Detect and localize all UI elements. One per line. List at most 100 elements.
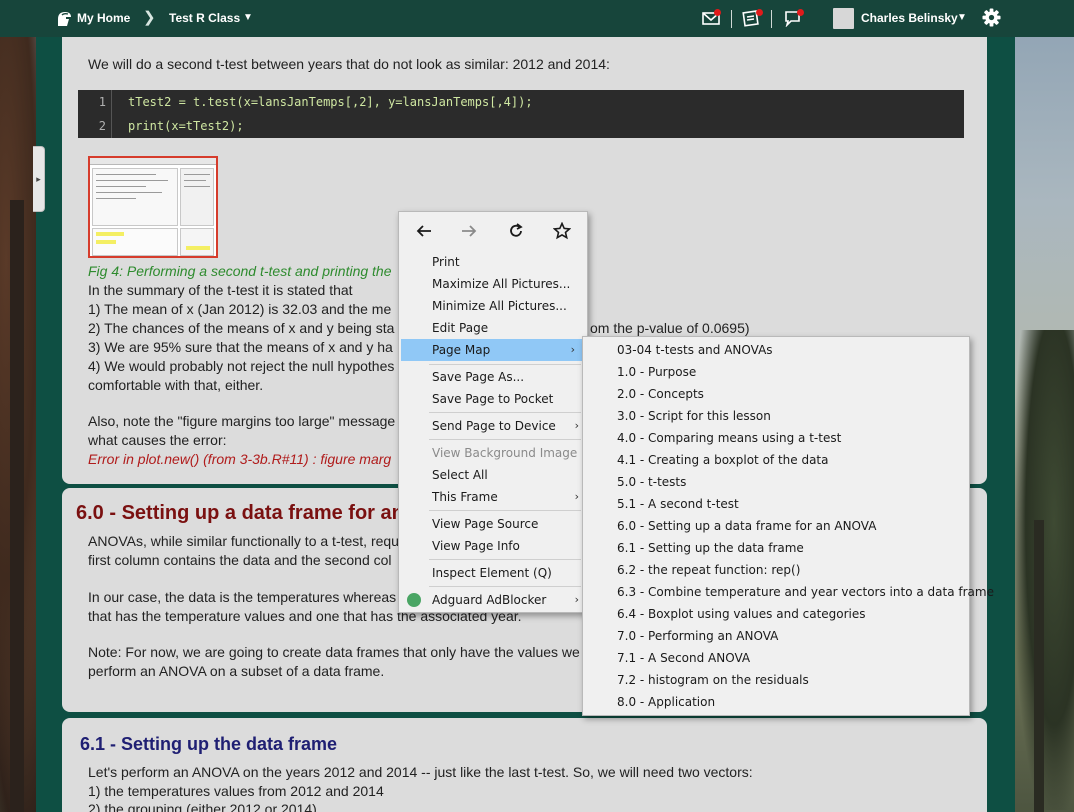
menu-item-minimize-pictures[interactable]: Minimize All Pictures... [399,295,587,317]
page-map-item[interactable]: 5.0 - t-tests [583,471,969,493]
menu-item-save-page-as[interactable]: Save Page As... [399,366,587,388]
menu-separator [429,364,581,365]
submenu-arrow-icon: › [574,419,579,432]
menu-item-view-background-image: View Background Image [432,446,578,460]
page-map-item[interactable]: 03-04 t-tests and ANOVAs [583,339,969,361]
page-map-item[interactable]: 6.0 - Setting up a data frame for an ANO… [583,515,969,537]
submenu-arrow-icon: › [570,343,575,356]
menu-item-maximize-pictures[interactable]: Maximize All Pictures... [399,273,587,295]
paragraph: In our case, the data is the temperature… [88,589,397,605]
code-line: print(x=tTest2); [128,119,244,133]
reload-icon[interactable] [505,220,527,242]
submenu-arrow-icon: › [574,490,579,503]
subscription-alert-dot [756,9,763,16]
page-map-item[interactable]: 5.1 - A second t-test [583,493,969,515]
menu-item-select-all[interactable]: Select All [399,464,587,486]
section-heading: 6.0 - Setting up a data frame for an [76,502,404,524]
page-map-item[interactable]: 6.3 - Combine temperature and year vecto… [583,581,994,603]
tree-right [1014,330,1074,810]
paragraph: In the summary of the t-test it is state… [88,282,353,298]
paragraph: 1) the temperatures values from 2012 and… [88,783,384,799]
nav-separator [731,10,732,28]
menu-item-adguard[interactable]: Adguard AdBlocker › [399,589,587,611]
tree-trunk-right [1034,520,1044,812]
menu-item-save-to-pocket[interactable]: Save Page to Pocket [399,388,587,410]
top-navbar: My Home ❯ Test R Class ▼ Charles Belinsk… [0,0,1074,37]
page-map-item[interactable]: 6.4 - Boxplot using values and categorie… [583,603,969,625]
tree-trunk-left [10,200,24,812]
paragraph: 4) We would probably not reject the null… [88,358,395,374]
menu-item-label: Send Page to Device [432,419,556,433]
user-menu-caret-icon[interactable]: ▼ [957,12,967,23]
paragraph: Also, note the "figure margins too large… [88,413,396,429]
paragraph: 2) The chances of the means of x and y b… [88,320,395,336]
figure-caption: Fig 4: Performing a second t-test and pr… [88,263,392,279]
menu-item-this-frame[interactable]: This Frame › [399,486,587,508]
section-6-1-panel: 6.1 - Setting up the data frame Let's pe… [62,718,987,812]
menu-separator [429,412,581,413]
course-dropdown-caret-icon[interactable]: ▼ [243,12,253,23]
code-block: 1 tTest2 = t.test(x=lansJanTemps[,2], y=… [78,90,964,138]
avatar[interactable] [833,8,854,29]
menu-item-label: Page Map [432,343,491,357]
line-number: 2 [98,119,106,133]
my-home-link[interactable]: My Home [77,11,130,25]
figure-thumbnail[interactable] [88,156,218,258]
menu-separator [429,559,581,560]
sidebar-toggle[interactable]: ▸ [33,146,45,212]
menu-item-send-to-device[interactable]: Send Page to Device › [399,415,587,437]
page-map-item[interactable]: 3.0 - Script for this lesson [583,405,969,427]
page-map-item[interactable]: 7.2 - histogram on the residuals [583,669,969,691]
paragraph: 3) We are 95% sure that the means of x a… [88,339,393,355]
page-map-item[interactable]: 4.1 - Creating a boxplot of the data [583,449,969,471]
gear-icon[interactable] [982,8,1001,27]
spartan-logo-icon[interactable] [55,10,73,28]
bookmark-star-icon[interactable] [551,220,573,242]
menu-item-page-map[interactable]: Page Map › [401,339,583,361]
context-menu: Print Maximize All Pictures... Minimize … [398,211,588,613]
paragraph: Let's perform an ANOVA on the years 2012… [88,764,753,780]
menu-separator [429,510,581,511]
page-map-item[interactable]: 6.1 - Setting up the data frame [583,537,969,559]
chevron-right-icon: ▸ [36,173,41,184]
menu-item-edit-page[interactable]: Edit Page [399,317,587,339]
menu-item-label: Adguard AdBlocker [432,593,547,607]
menu-item-print[interactable]: Print [399,251,587,273]
page-map-item[interactable]: 4.0 - Comparing means using a t-test [583,427,969,449]
breadcrumb-chevron-icon: ❯ [143,9,156,26]
page-map-item[interactable]: 2.0 - Concepts [583,383,969,405]
menu-item-label: This Frame [432,490,498,504]
page-map-item[interactable]: 7.1 - A Second ANOVA [583,647,969,669]
error-message: Error in plot.new() (from 3-3b.R#11) : f… [88,451,392,467]
submenu-arrow-icon: › [574,593,579,606]
forward-arrow-icon[interactable] [458,220,480,242]
back-arrow-icon[interactable] [413,220,435,242]
page-map-item[interactable]: 1.0 - Purpose [583,361,969,383]
menu-separator [429,586,581,587]
paragraph-tail: om the p-value of 0.0695) [590,320,750,336]
update-alert-dot [797,9,804,16]
course-selector[interactable]: Test R Class [169,11,240,25]
nav-separator [771,10,772,28]
section-heading: 6.1 - Setting up the data frame [80,734,338,754]
adguard-shield-icon [407,593,421,607]
paragraph: first column contains the data and the s… [88,552,392,568]
paragraph: 2) the grouping (either 2012 or 2014) [88,801,317,812]
user-name[interactable]: Charles Belinsky [861,11,958,25]
paragraph: comfortable with that, either. [88,377,264,393]
menu-item-view-page-info[interactable]: View Page Info [399,535,587,557]
menu-item-inspect-element[interactable]: Inspect Element (Q) [399,562,587,584]
paragraph: perform an ANOVA on a subset of a data f… [88,663,385,679]
paragraph: ANOVAs, while similar functionally to a … [88,533,399,549]
line-number: 1 [98,95,106,109]
page-map-submenu: 03-04 t-tests and ANOVAs 1.0 - Purpose 2… [582,336,994,716]
code-line: tTest2 = t.test(x=lansJanTemps[,2], y=la… [128,95,533,109]
paragraph: We will do a second t-test between years… [88,56,610,72]
page-map-item[interactable]: 6.2 - the repeat function: rep() [583,559,969,581]
page-map-item[interactable]: 8.0 - Application [583,691,969,713]
paragraph: 1) The mean of x (Jan 2012) is 32.03 and… [88,301,392,317]
page-map-item[interactable]: 7.0 - Performing an ANOVA [583,625,969,647]
paragraph: Note: For now, we are going to create da… [88,644,580,660]
menu-separator [429,439,581,440]
menu-item-view-page-source[interactable]: View Page Source [399,513,587,535]
